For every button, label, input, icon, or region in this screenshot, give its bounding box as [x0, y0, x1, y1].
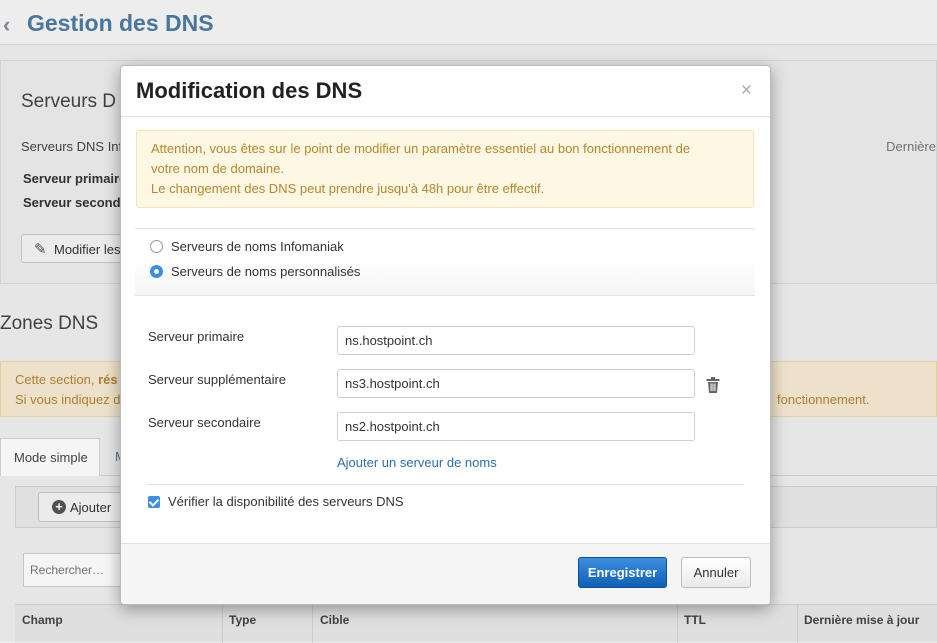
additional-server-label: Serveur supplémentaire: [148, 372, 287, 387]
alert-line-2: votre nom de domaine.: [151, 161, 284, 176]
verify-dns-checkbox-row[interactable]: Vérifier la disponibilité des serveurs D…: [148, 494, 404, 509]
radio-button-infomaniak[interactable]: [150, 240, 163, 253]
primary-server-input[interactable]: [337, 326, 695, 355]
verify-dns-checkbox[interactable]: [148, 495, 160, 508]
radio-infomaniak[interactable]: Serveurs de noms Infomaniak: [150, 239, 344, 254]
trash-icon[interactable]: [706, 377, 720, 393]
form-divider: [146, 484, 744, 485]
verify-dns-label: Vérifier la disponibilité des serveurs D…: [168, 494, 404, 509]
close-icon[interactable]: ×: [741, 80, 752, 102]
modal-header: Modification des DNS ×: [121, 66, 770, 117]
save-button[interactable]: Enregistrer: [578, 557, 667, 588]
modal-footer: Enregistrer Annuler: [121, 543, 770, 604]
secondary-server-label: Serveur secondaire: [148, 415, 261, 430]
dns-modification-modal: Modification des DNS × Attention, vous ê…: [120, 65, 771, 605]
cancel-button[interactable]: Annuler: [681, 557, 751, 588]
secondary-server-input[interactable]: [337, 412, 695, 441]
additional-server-input[interactable]: [337, 369, 695, 398]
add-nameserver-link[interactable]: Ajouter un serveur de noms: [337, 455, 497, 470]
radio-button-custom[interactable]: [150, 265, 163, 278]
primary-server-label: Serveur primaire: [148, 329, 245, 344]
radio-custom-label: Serveurs de noms personnalisés: [171, 264, 361, 279]
dns-warning-alert: Attention, vous êtes sur le point de mod…: [136, 130, 754, 208]
nameserver-type-group: Serveurs de noms Infomaniak Serveurs de …: [135, 228, 755, 296]
alert-line-3: Le changement des DNS peut prendre jusqu…: [151, 181, 545, 196]
modal-title: Modification des DNS: [136, 78, 363, 103]
radio-custom[interactable]: Serveurs de noms personnalisés: [150, 264, 360, 279]
alert-line-1: Attention, vous êtes sur le point de mod…: [151, 141, 691, 156]
radio-infomaniak-label: Serveurs de noms Infomaniak: [171, 239, 344, 254]
